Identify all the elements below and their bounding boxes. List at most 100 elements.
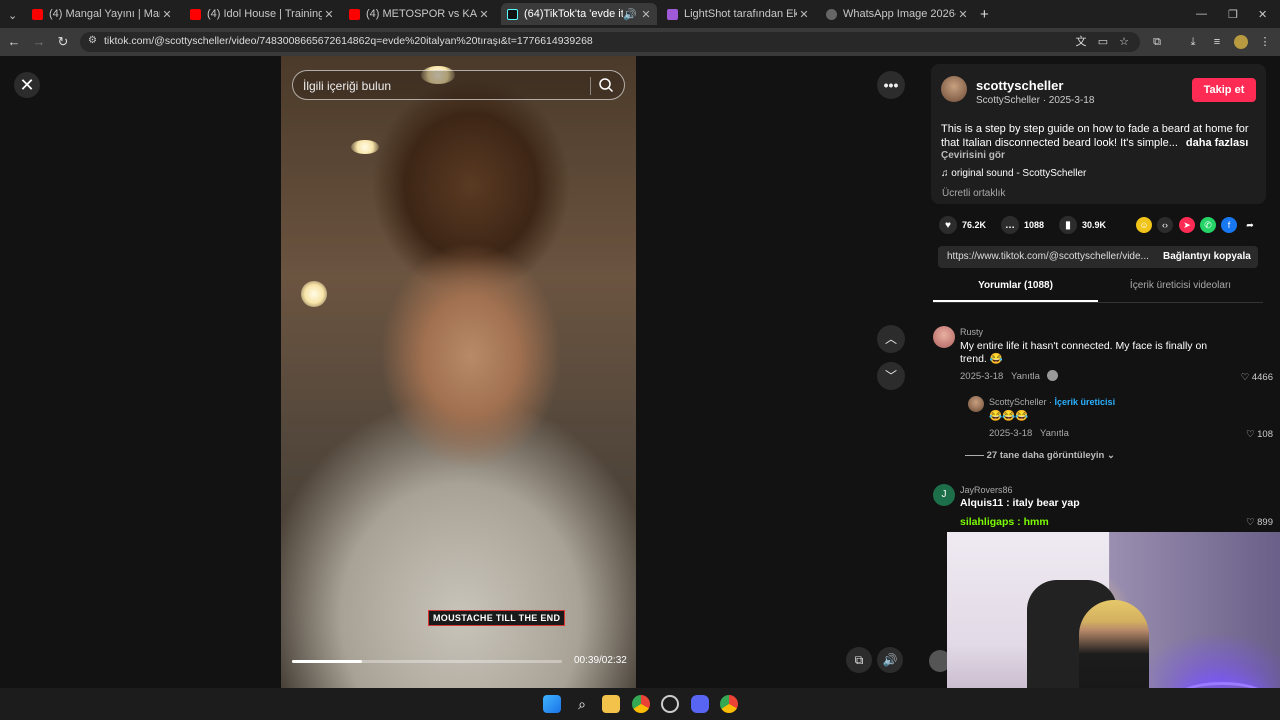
- obs-icon[interactable]: [661, 695, 679, 713]
- video-progress-bar[interactable]: [292, 660, 562, 663]
- tab-creator-videos[interactable]: İçerik üreticisi videoları: [1098, 280, 1263, 302]
- close-tab-icon[interactable]: ✕: [322, 8, 336, 21]
- video-player[interactable]: İlgili içeriği bulun MOUSTACHE TILL THE …: [281, 56, 636, 688]
- close-tab-icon[interactable]: ✕: [477, 8, 491, 21]
- close-tab-icon[interactable]: ✕: [639, 8, 653, 21]
- menu-kebab-icon[interactable]: ⋮: [1258, 35, 1272, 49]
- tab-comments[interactable]: Yorumlar (1088): [933, 280, 1098, 302]
- new-tab-button[interactable]: +: [980, 3, 996, 25]
- volume-icon[interactable]: 🔊: [877, 647, 903, 673]
- progress-fill: [292, 660, 363, 663]
- floating-player-icon[interactable]: ⧉: [846, 647, 872, 673]
- copy-link-button[interactable]: Bağlantıyı kopyala: [1163, 251, 1251, 262]
- chrome-icon[interactable]: [632, 695, 650, 713]
- tab-5[interactable]: LightShot tarafından Ekran Görü ✕: [661, 3, 815, 25]
- send-icon[interactable]: ➤: [1179, 217, 1195, 233]
- maximize-button[interactable]: ❐: [1228, 3, 1242, 25]
- comment-avatar[interactable]: J: [933, 484, 955, 506]
- save-count: 30.9K: [1082, 220, 1107, 230]
- youtube-icon: [190, 8, 201, 20]
- divider: [590, 77, 591, 95]
- heart-outline-icon: ♡: [1240, 372, 1252, 383]
- reply-button[interactable]: Yanıtla: [1040, 428, 1069, 439]
- close-window-button[interactable]: ✕: [1258, 3, 1272, 25]
- close-video-button[interactable]: ✕: [14, 72, 40, 98]
- author-username[interactable]: scottyscheller: [976, 78, 1063, 93]
- download-icon[interactable]: ⤓: [1186, 35, 1200, 49]
- comment-avatar[interactable]: [933, 326, 955, 348]
- share-arrow-icon[interactable]: ➦: [1242, 217, 1258, 233]
- profile-avatar-icon[interactable]: [1234, 35, 1248, 49]
- forward-button[interactable]: →: [31, 34, 47, 50]
- file-explorer-icon[interactable]: [602, 695, 620, 713]
- search-icon[interactable]: ⌕: [573, 695, 591, 713]
- see-more-link[interactable]: daha fazlası: [1186, 137, 1248, 149]
- close-tab-icon[interactable]: ✕: [797, 8, 811, 21]
- tab-2[interactable]: (4) Idol House | Training EP 11 | ✕: [184, 3, 340, 25]
- embed-icon[interactable]: ‹›: [1157, 217, 1173, 233]
- reply-button[interactable]: Yanıtla: [1011, 371, 1040, 382]
- minimize-button[interactable]: —: [1196, 3, 1210, 25]
- comment-button[interactable]: … 1088: [1001, 216, 1044, 234]
- follow-button[interactable]: Takip et: [1192, 78, 1256, 102]
- chat-overlay-text: Alquis11 : italy bear yap: [960, 497, 1080, 509]
- like-count: 76.2K: [962, 220, 987, 230]
- repost-icon[interactable]: ☺: [1136, 217, 1152, 233]
- more-options-button[interactable]: •••: [877, 71, 905, 99]
- music-note-icon: ♫: [941, 168, 952, 179]
- tab-search-menu[interactable]: ⌄: [4, 4, 22, 26]
- comment-text-line2: trend. 😂: [960, 353, 1003, 365]
- video-search-box[interactable]: İlgili içeriği bulun: [292, 70, 625, 100]
- close-tab-icon[interactable]: ✕: [160, 8, 174, 21]
- lamp-light: [351, 140, 379, 154]
- save-button[interactable]: ▮ 30.9K: [1059, 216, 1106, 234]
- translate-icon[interactable]: 文: [1074, 35, 1088, 49]
- comment-author[interactable]: JayRovers86: [960, 485, 1013, 495]
- video-description: This is a step by step guide on how to f…: [941, 122, 1259, 150]
- globe-icon: [826, 8, 837, 20]
- site-info-icon[interactable]: ⚙: [88, 35, 97, 46]
- translate-link[interactable]: Çevirisini gör: [941, 150, 1005, 161]
- tab-3[interactable]: (4) METOSPOR vs KADIM FUTBO ✕: [343, 3, 495, 25]
- reply-text: 😂😂😂: [989, 410, 1029, 422]
- tab-6[interactable]: WhatsApp Image 2026-04-15 a ✕: [820, 3, 974, 25]
- reply-author[interactable]: ScottyScheller · İçerik üreticisi: [989, 397, 1115, 407]
- reload-button[interactable]: ↻: [55, 34, 71, 50]
- reply-like[interactable]: ♡ 108: [1213, 429, 1273, 440]
- view-more-replies-button[interactable]: —— 27 tane daha görüntüleyin ⌄: [965, 450, 1115, 461]
- tab-1[interactable]: (4) Mangal Yayını | Mangal ve Tü ✕: [26, 3, 178, 25]
- extensions-icon[interactable]: ⧉: [1150, 35, 1164, 49]
- creator-badge: İçerik üreticisi: [1054, 397, 1116, 407]
- os-taskbar: ⌕: [0, 688, 1280, 720]
- comment-author[interactable]: Rusty: [960, 327, 983, 337]
- windows-start-icon[interactable]: [543, 695, 561, 713]
- previous-video-button[interactable]: ︿: [877, 325, 905, 353]
- share-link-url[interactable]: https://www.tiktok.com/@scottyscheller/v…: [947, 251, 1152, 262]
- media-icon[interactable]: ≡: [1210, 35, 1224, 49]
- sound-link[interactable]: ♫ original sound - ScottyScheller: [941, 168, 1086, 179]
- creator-liked-avatar: [1047, 370, 1058, 381]
- close-tab-icon[interactable]: ✕: [956, 8, 970, 21]
- url-text[interactable]: tiktok.com/@scottyscheller/video/7483008…: [104, 35, 593, 47]
- chrome-icon[interactable]: [720, 695, 738, 713]
- like-button[interactable]: ♥ 76.2K: [939, 216, 986, 234]
- author-avatar[interactable]: [941, 76, 967, 102]
- comment-date: 2025-3-18: [960, 371, 1004, 382]
- bookmark-star-icon[interactable]: ☆: [1117, 35, 1131, 49]
- discord-icon[interactable]: [691, 695, 709, 713]
- reply-avatar[interactable]: [968, 396, 984, 412]
- speaker-icon[interactable]: 🔊: [623, 8, 637, 21]
- cast-icon[interactable]: ▭: [1096, 35, 1110, 49]
- youtube-icon: [349, 8, 360, 20]
- whatsapp-icon[interactable]: ✆: [1200, 217, 1216, 233]
- search-icon[interactable]: [598, 77, 614, 93]
- back-button[interactable]: ←: [6, 34, 22, 50]
- facebook-icon[interactable]: f: [1221, 217, 1237, 233]
- next-video-button[interactable]: ﹀: [877, 362, 905, 390]
- heart-outline-icon: ♡: [1245, 517, 1258, 528]
- comment-like[interactable]: ♡ 4466: [1213, 372, 1273, 383]
- share-link-box: https://www.tiktok.com/@scottyscheller/v…: [938, 246, 1258, 268]
- address-bar[interactable]: ⚙ tiktok.com/@scottyscheller/video/74830…: [80, 32, 1140, 52]
- comment-like[interactable]: ♡ 899: [1213, 517, 1273, 528]
- tab-4-active[interactable]: (64)TikTok'ta 'evde italyan t 🔊 ✕: [501, 3, 657, 25]
